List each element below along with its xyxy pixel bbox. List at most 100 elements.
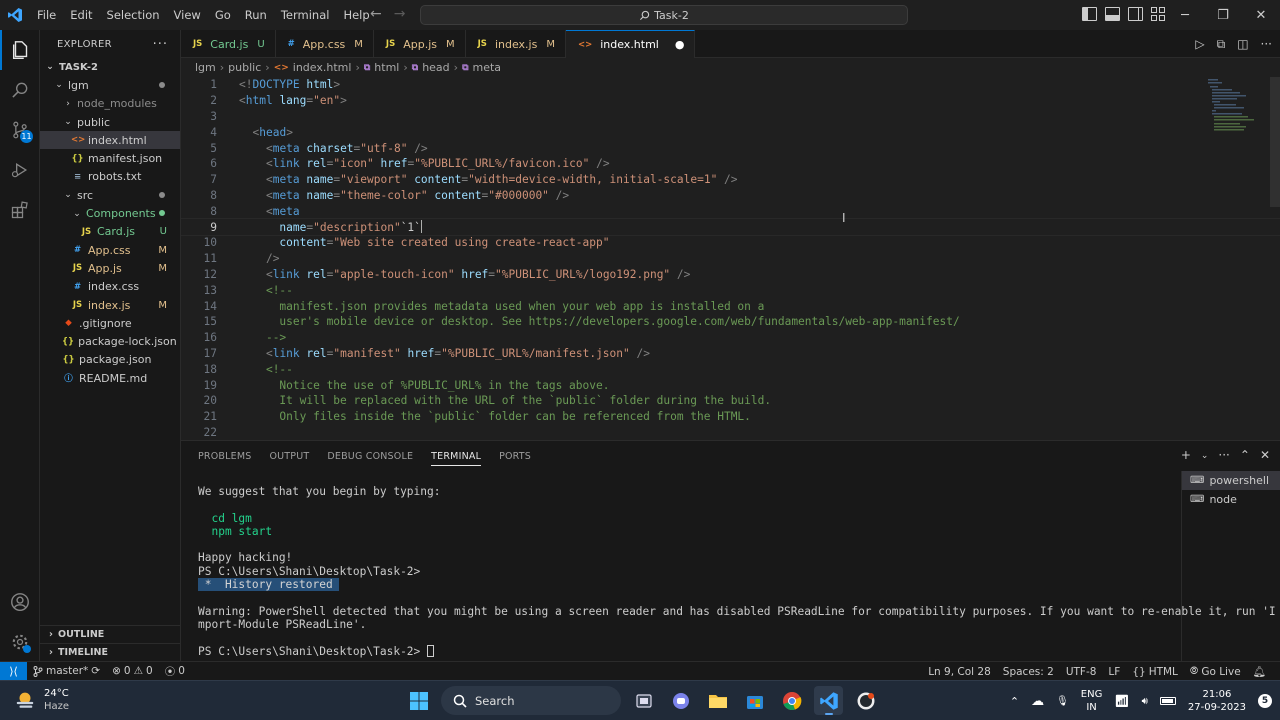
microsoft-store-icon[interactable] (740, 686, 769, 715)
menu-file[interactable]: File (30, 0, 63, 30)
problems-indicator[interactable]: ⊗ 0 ⚠ 0 (106, 665, 159, 677)
file-explorer-icon[interactable] (703, 686, 732, 715)
vscode-taskbar-icon[interactable] (814, 686, 843, 715)
code-line[interactable]: 8 <meta name="theme-color" content="#000… (181, 188, 1280, 204)
tree-file[interactable]: {} package.json (40, 351, 180, 369)
code-line[interactable]: 2 <html lang="en"> (181, 93, 1280, 109)
menu-go[interactable]: Go (208, 0, 238, 30)
terminal-instance-node[interactable]: ⌨ node (1182, 490, 1280, 509)
more-actions-icon[interactable]: ··· (1261, 37, 1272, 52)
tree-file[interactable]: # App.css M (40, 241, 180, 259)
tab-card-js[interactable]: JS Card.js U (181, 30, 276, 58)
battery-icon[interactable] (1159, 697, 1176, 705)
tree-file[interactable]: ≡ robots.txt (40, 168, 180, 186)
notification-center-icon[interactable]: 5 (1258, 694, 1272, 708)
maximize-panel-icon[interactable]: ⌃ (1240, 448, 1250, 462)
tree-file[interactable]: # index.css (40, 278, 180, 296)
code-line[interactable]: 20 It will be replaced with the URL of t… (181, 393, 1280, 409)
code-lines[interactable]: 1 <!DOCTYPE html> 2 <html lang="en"> 3 4 <hea… (181, 77, 1280, 440)
accounts-icon[interactable] (0, 582, 40, 622)
volume-icon[interactable]: 🔊︎ (1142, 696, 1148, 707)
encoding[interactable]: UTF-8 (1060, 666, 1103, 678)
timeline-section[interactable]: › TIMELINE (40, 643, 180, 661)
go-live-button[interactable]: ⦾ Go Live (1184, 665, 1247, 678)
new-terminal-icon[interactable]: + (1181, 448, 1191, 462)
manage-gear-icon[interactable] (0, 622, 40, 662)
tree-file[interactable]: JS index.js M (40, 296, 180, 314)
unsaved-dot-icon[interactable]: ● (675, 38, 685, 51)
toggle-panel-icon[interactable] (1105, 7, 1120, 21)
breadcrumb-item[interactable]: public (228, 61, 261, 74)
menu-selection[interactable]: Selection (100, 0, 167, 30)
chrome-icon[interactable] (777, 686, 806, 715)
tree-folder[interactable]: ⌄ lgm (40, 76, 180, 94)
code-line[interactable]: 16 --> (181, 330, 1280, 346)
toggle-secondary-sidebar-icon[interactable] (1128, 7, 1143, 21)
panel-tab-output[interactable]: OUTPUT (269, 451, 309, 462)
menu-terminal[interactable]: Terminal (274, 0, 337, 30)
language-indicator[interactable]: ENG IN (1081, 688, 1103, 714)
split-editor-icon[interactable]: ◫ (1237, 37, 1248, 52)
wifi-icon[interactable]: 📶︎ (1114, 694, 1129, 708)
branch-indicator[interactable]: master* ⟳ (27, 665, 106, 677)
breadcrumb-item[interactable]: html (374, 61, 399, 74)
tab-index-js[interactable]: JS index.js M (466, 30, 566, 58)
menu-edit[interactable]: Edit (63, 0, 99, 30)
code-line[interactable]: 19 Notice the use of %PUBLIC_URL% in the… (181, 377, 1280, 393)
remote-indicator-icon[interactable]: ⟩⟨ (0, 661, 27, 681)
end-of-line[interactable]: LF (1102, 666, 1126, 678)
source-control-icon[interactable]: 11 (0, 110, 40, 150)
code-line[interactable]: 18 <!-- (181, 361, 1280, 377)
command-center[interactable]: Task-2 (420, 5, 908, 25)
code-line[interactable]: 17 <link rel="manifest" href="%PUBLIC_UR… (181, 346, 1280, 362)
terminal-dropdown-icon[interactable]: ⌄ (1201, 451, 1209, 462)
code-line[interactable]: 14 manifest.json provides metadata used … (181, 298, 1280, 314)
code-line[interactable]: 12 <link rel="apple-touch-icon" href="%P… (181, 267, 1280, 283)
code-line[interactable]: 15 user's mobile device or desktop. See … (181, 314, 1280, 330)
close-panel-icon[interactable]: ✕ (1260, 448, 1270, 462)
github-desktop-icon[interactable] (851, 686, 880, 715)
tree-folder[interactable]: › node_modules (40, 95, 180, 113)
panel-tab-terminal[interactable]: TERMINAL (431, 451, 482, 466)
run-icon[interactable]: ▷ (1195, 37, 1204, 52)
code-line[interactable]: 7 <meta name="viewport" content="width=d… (181, 172, 1280, 188)
minimap[interactable] (1206, 77, 1266, 137)
editor-scrollbar[interactable] (1270, 77, 1280, 207)
terminal-output[interactable]: We suggest that you begin by typing: cd … (198, 485, 1276, 658)
panel-tab-problems[interactable]: PROBLEMS (198, 451, 251, 462)
run-and-debug-icon[interactable] (0, 150, 40, 190)
restore-icon[interactable]: ❐ (1204, 0, 1242, 30)
breadcrumb-item[interactable]: lgm (195, 61, 216, 74)
microphone-icon[interactable]: 🎙︎ (1056, 696, 1069, 707)
code-line[interactable]: 10 content="Web site created using creat… (181, 235, 1280, 251)
toggle-primary-sidebar-icon[interactable] (1082, 7, 1097, 21)
code-line[interactable]: 5 <meta charset="utf-8" /> (181, 140, 1280, 156)
explorer-more-icon[interactable]: ··· (153, 37, 168, 52)
tree-folder[interactable]: ⌄ src (40, 186, 180, 204)
tree-file[interactable]: ⓘ README.md (40, 369, 180, 387)
code-line[interactable]: 3 (181, 109, 1280, 125)
tree-file[interactable]: ◆ .gitignore (40, 314, 180, 332)
tree-file[interactable]: JS App.js M (40, 259, 180, 277)
search-icon[interactable] (0, 70, 40, 110)
onedrive-cloud-icon[interactable]: ☁ (1031, 694, 1044, 709)
tree-file[interactable]: JS Card.js U (40, 223, 180, 241)
clock[interactable]: 21:06 27-09-2023 (1188, 688, 1246, 714)
code-line[interactable]: 6 <link rel="icon" href="%PUBLIC_URL%/fa… (181, 156, 1280, 172)
panel-tab-ports[interactable]: PORTS (499, 451, 531, 462)
ports-indicator[interactable]: ⦿ 0 (159, 664, 191, 679)
tree-file[interactable]: <> index.html (40, 131, 180, 150)
code-line[interactable]: 8 <meta (181, 203, 1280, 219)
breadcrumb-item[interactable]: head (422, 61, 449, 74)
close-icon[interactable]: ✕ (1242, 0, 1280, 30)
weather-widget[interactable]: 24°C Haze (14, 687, 69, 713)
notifications-bell-icon[interactable]: 🔔︎ (1247, 665, 1272, 678)
tree-file[interactable]: {} manifest.json (40, 149, 180, 167)
open-changes-icon[interactable]: ⧉ (1217, 37, 1226, 52)
forward-arrow-icon[interactable]: → (394, 6, 406, 22)
explorer-icon[interactable] (0, 30, 40, 70)
code-editor[interactable]: 1 <!DOCTYPE html> 2 <html lang="en"> 3 4 <hea… (181, 77, 1280, 440)
minimize-icon[interactable]: ─ (1166, 0, 1204, 30)
workspace-header[interactable]: ⌄ TASK-2 (40, 58, 180, 76)
menu-run[interactable]: Run (238, 0, 274, 30)
